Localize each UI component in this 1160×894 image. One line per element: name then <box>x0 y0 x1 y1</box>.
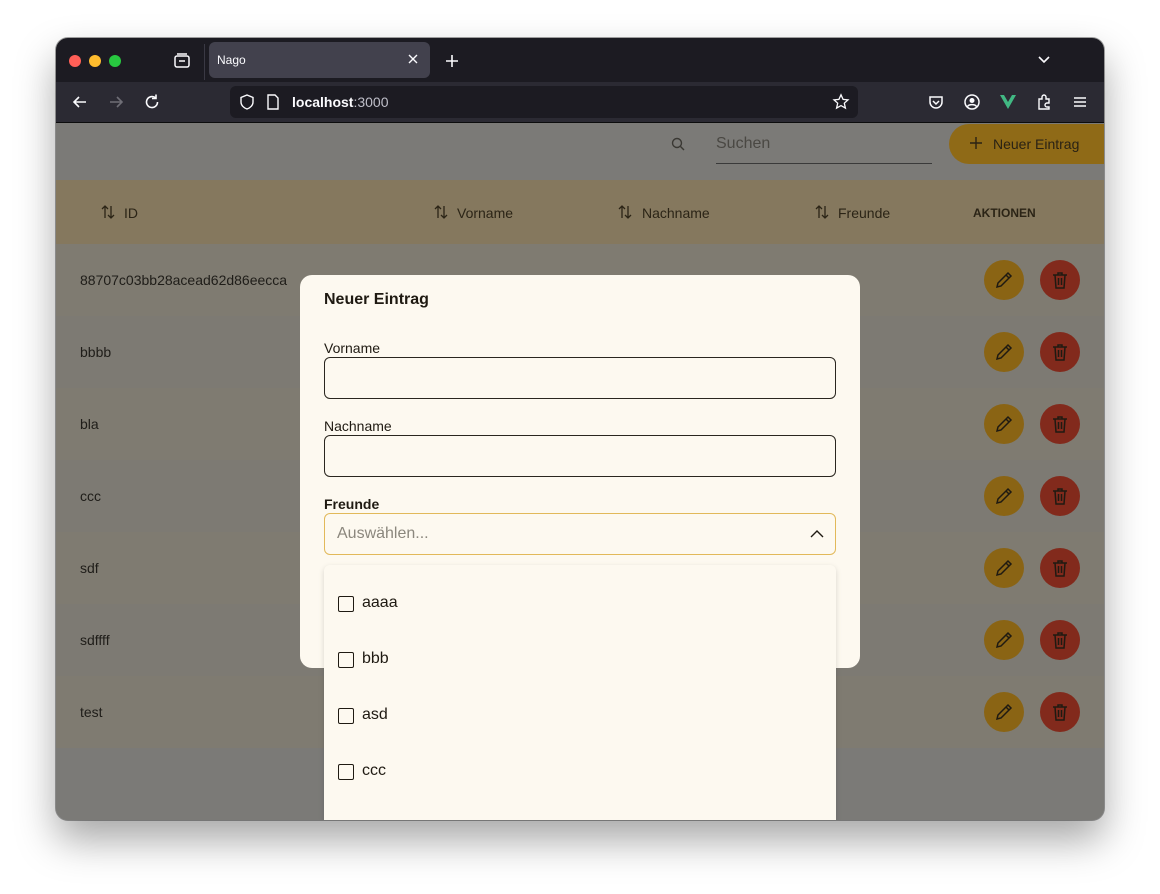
dialog-title: Neuer Eintrag <box>324 291 429 308</box>
pencil-icon <box>995 343 1013 361</box>
close-window-button[interactable] <box>69 55 81 67</box>
delete-button[interactable] <box>1040 404 1080 444</box>
last-name-input[interactable] <box>324 435 836 477</box>
new-entry-button[interactable]: Neuer Eintrag <box>949 124 1104 164</box>
option-checkbox[interactable] <box>338 764 354 780</box>
trash-icon <box>1053 416 1067 433</box>
plus-icon <box>970 137 982 149</box>
url-bar[interactable]: localhost:3000 <box>230 86 858 118</box>
first-name-label: Vorname <box>324 340 381 356</box>
trash-icon <box>1053 272 1067 289</box>
pencil-icon <box>995 559 1013 577</box>
search-icon <box>671 137 685 151</box>
friends-label: Freunde <box>324 496 380 512</box>
tab-active[interactable]: Nago <box>209 42 430 78</box>
delete-button[interactable] <box>1040 260 1080 300</box>
maximize-window-button[interactable] <box>109 55 121 67</box>
edit-button[interactable] <box>984 476 1024 516</box>
sort-icon[interactable] <box>433 204 449 220</box>
first-name-input[interactable] <box>324 357 836 399</box>
option-checkbox[interactable] <box>338 596 354 612</box>
trash-icon <box>1053 632 1067 649</box>
shield-icon[interactable] <box>238 93 256 111</box>
new-entry-label: Neuer Eintrag <box>993 136 1080 152</box>
cell-id: 88707c03bb28acead62d86eecca <box>80 272 288 288</box>
column-header-freunde[interactable]: Freunde <box>838 205 890 221</box>
sort-icon[interactable] <box>814 204 830 220</box>
chevron-up-icon[interactable] <box>809 526 825 542</box>
pencil-icon <box>995 271 1013 289</box>
pencil-icon <box>995 703 1013 721</box>
page-icon <box>267 94 279 110</box>
pencil-icon <box>995 487 1013 505</box>
friends-select-placeholder: Auswählen... <box>337 525 429 542</box>
tab-strip: Nago <box>56 38 1104 82</box>
cell-id: ccc <box>80 488 101 504</box>
url-text[interactable]: localhost:3000 <box>292 94 389 110</box>
tab-separator <box>204 44 205 80</box>
column-header-nachname[interactable]: Nachname <box>642 205 710 221</box>
delete-button[interactable] <box>1040 476 1080 516</box>
url-port: :3000 <box>353 94 389 110</box>
column-header-vorname[interactable]: Vorname <box>457 205 513 221</box>
delete-button[interactable] <box>1040 620 1080 660</box>
friends-select[interactable]: Auswählen... <box>324 513 836 555</box>
edit-button[interactable] <box>984 692 1024 732</box>
column-header-id[interactable]: ID <box>124 205 138 221</box>
nav-bar: localhost:3000 <box>56 82 1104 123</box>
back-arrow-icon[interactable] <box>70 92 90 112</box>
delete-button[interactable] <box>1040 548 1080 588</box>
trash-icon <box>1053 488 1067 505</box>
trash-icon <box>1053 344 1067 361</box>
account-icon[interactable] <box>962 92 982 112</box>
column-header-aktionen: AKTIONEN <box>973 206 1036 220</box>
sort-icon[interactable] <box>100 204 116 220</box>
friends-dropdown: aaaa bbb asd ccc <box>324 565 836 820</box>
delete-button[interactable] <box>1040 692 1080 732</box>
reload-icon[interactable] <box>142 92 162 112</box>
option-label: aaaa <box>362 594 398 611</box>
option-label: asd <box>362 706 388 723</box>
chevron-down-icon[interactable] <box>1036 52 1052 68</box>
browser-window: Nago localhost:3000 Suchen Neuer Eintrag… <box>56 38 1104 820</box>
pencil-icon <box>995 631 1013 649</box>
pocket-icon[interactable] <box>926 92 946 112</box>
edit-button[interactable] <box>984 332 1024 372</box>
cell-id: sdffff <box>80 632 110 648</box>
option-checkbox[interactable] <box>338 708 354 724</box>
cell-id: test <box>80 704 103 720</box>
delete-button[interactable] <box>1040 332 1080 372</box>
trash-icon <box>1053 560 1067 577</box>
option-label: ccc <box>362 762 386 779</box>
close-icon[interactable] <box>406 52 420 66</box>
edit-button[interactable] <box>984 260 1024 300</box>
search-input[interactable] <box>716 125 932 164</box>
menu-icon[interactable] <box>1070 92 1090 112</box>
trash-icon <box>1053 704 1067 721</box>
url-host: localhost <box>292 94 354 110</box>
cell-id: bla <box>80 416 99 432</box>
table-header: ID Vorname Nachname Freunde AKTIONEN <box>56 180 1104 244</box>
tab-title: Nago <box>217 53 246 67</box>
edit-button[interactable] <box>984 620 1024 660</box>
vue-devtools-icon[interactable] <box>998 92 1018 112</box>
last-name-label: Nachname <box>324 418 392 434</box>
edit-button[interactable] <box>984 404 1024 444</box>
minimize-window-button[interactable] <box>89 55 101 67</box>
tab-overview-icon[interactable] <box>172 51 192 71</box>
new-tab-icon[interactable] <box>442 51 462 71</box>
bookmark-star-icon[interactable] <box>832 93 850 111</box>
cell-id: bbbb <box>80 344 112 360</box>
extensions-icon[interactable] <box>1034 92 1054 112</box>
option-label: bbb <box>362 650 389 667</box>
sort-icon[interactable] <box>617 204 633 220</box>
option-checkbox[interactable] <box>338 652 354 668</box>
cell-id: sdf <box>80 560 99 576</box>
pencil-icon <box>995 415 1013 433</box>
forward-arrow-icon[interactable] <box>106 92 126 112</box>
edit-button[interactable] <box>984 548 1024 588</box>
